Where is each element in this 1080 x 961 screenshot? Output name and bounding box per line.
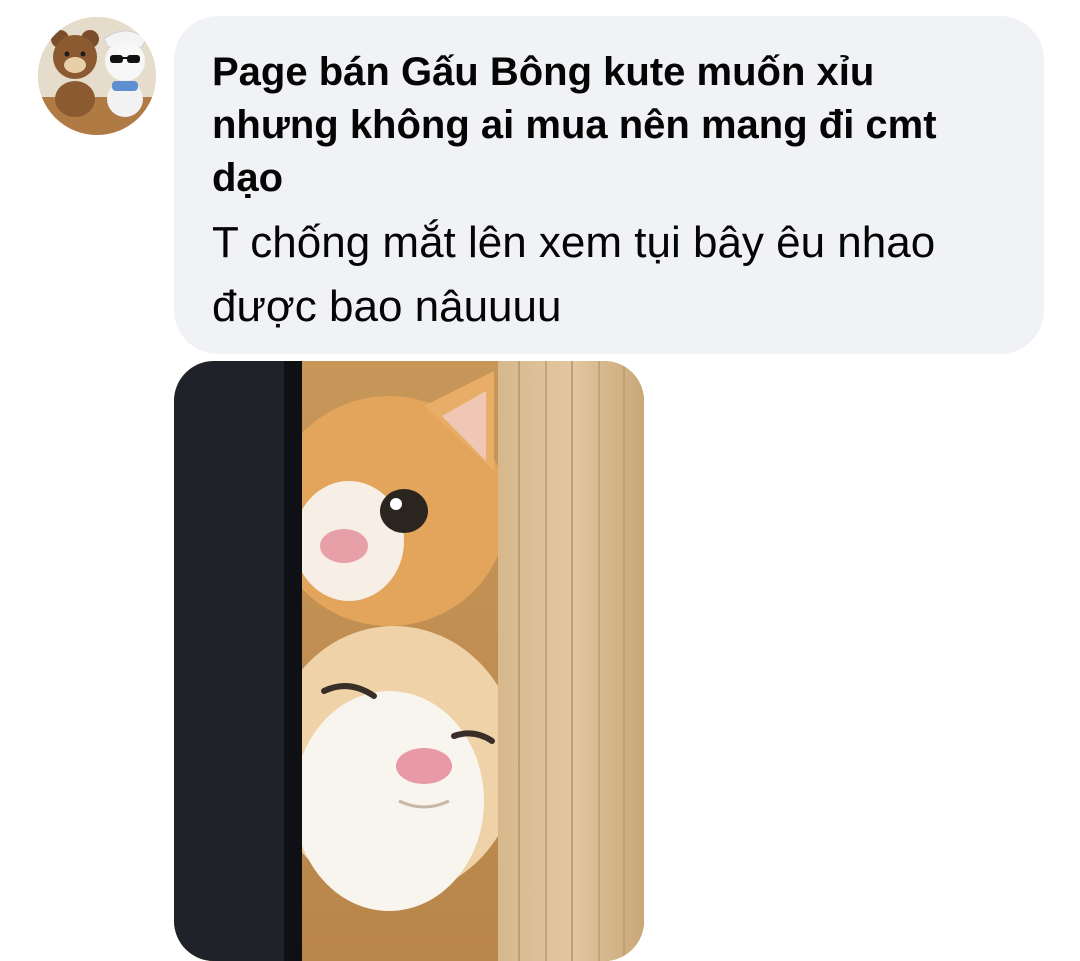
two-cats-peeking-photo-icon xyxy=(174,361,644,961)
comment-photo-attachment[interactable] xyxy=(174,361,644,961)
profile-avatar[interactable] xyxy=(38,17,156,135)
comment-bubble: Page bán Gấu Bông kute muốn xỉu nhưng kh… xyxy=(174,16,1044,354)
comment-author-name[interactable]: Page bán Gấu Bông kute muốn xỉu nhưng kh… xyxy=(212,46,1002,205)
teddy-bear-avatar-icon xyxy=(38,17,156,135)
comment-text: T chống mắt lên xem tụi bây êu nhao được… xyxy=(212,218,936,331)
comment: Page bán Gấu Bông kute muốn xỉu nhưng kh… xyxy=(0,0,1080,961)
